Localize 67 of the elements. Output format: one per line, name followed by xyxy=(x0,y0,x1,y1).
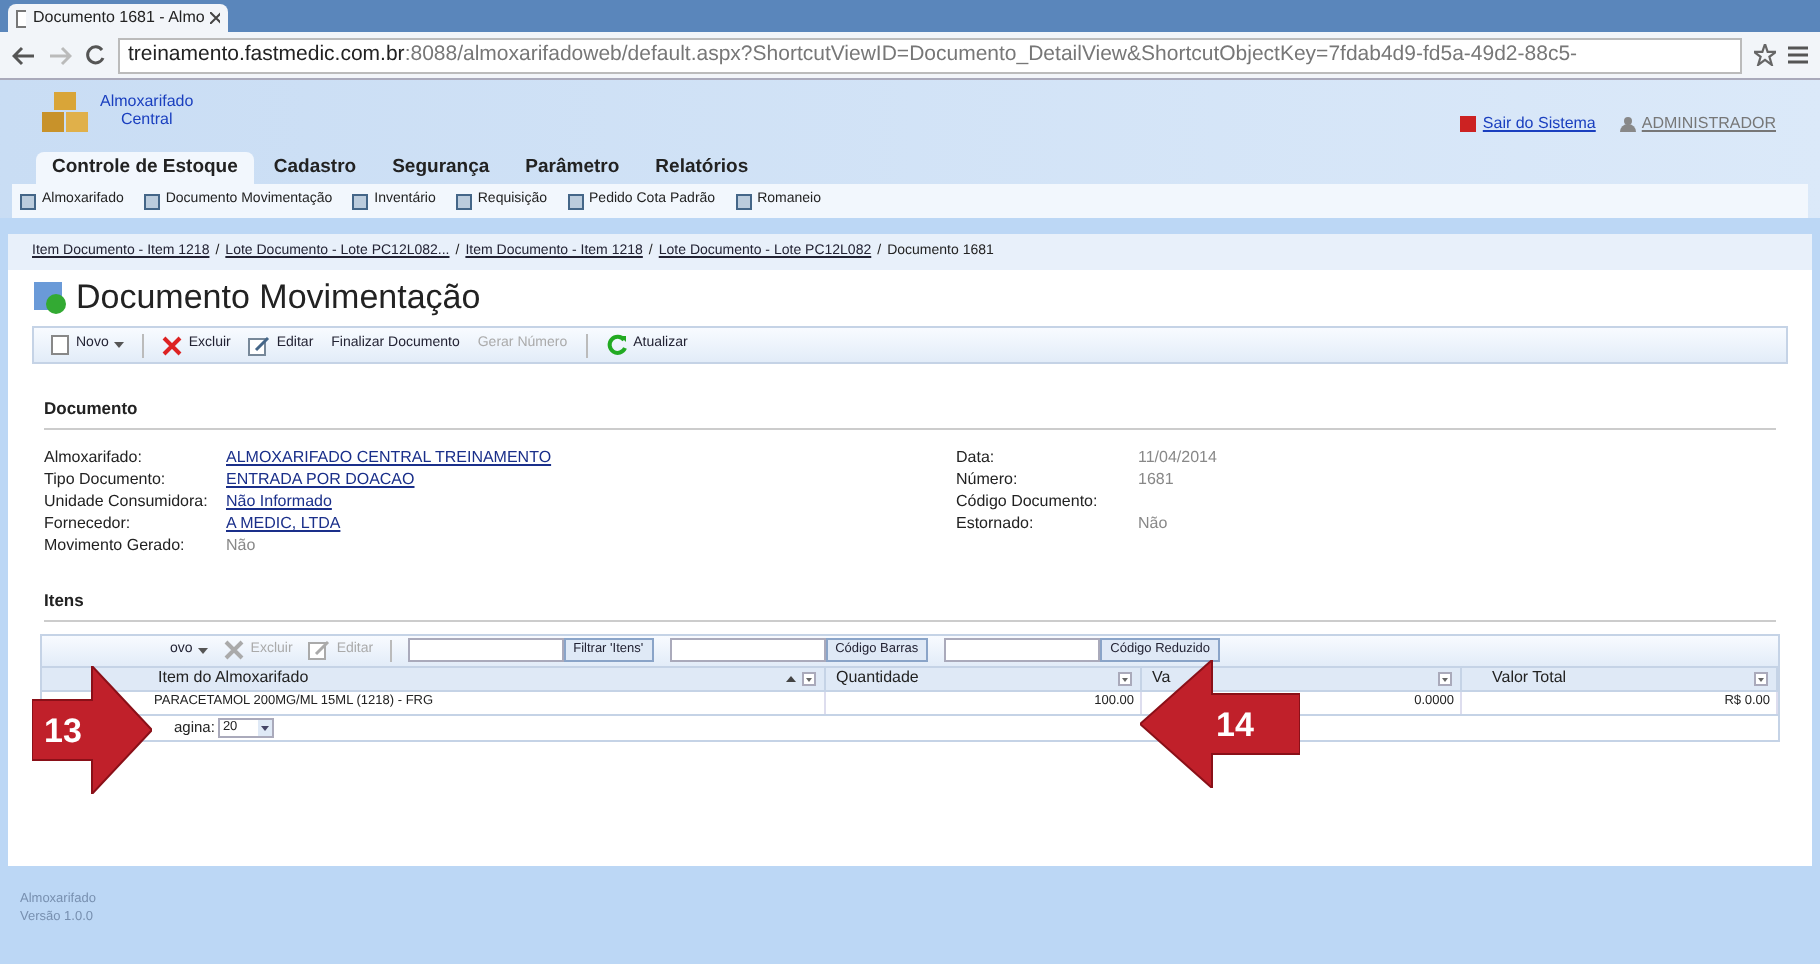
module-icon xyxy=(735,193,752,209)
app-logo-text: Almoxarifado Central xyxy=(100,92,194,128)
filter-input[interactable] xyxy=(669,638,826,662)
page-title: Documento Movimentação xyxy=(76,276,481,321)
address-bar[interactable]: treinamento.fastmedic.com.br:8088/almoxarifadoweb/default.aspx?ShortcutViewID=Documento_DetailView&ShortcutObjectKey=7fdab4d9-fd5a-49d2-88c5- xyxy=(118,37,1742,73)
field-link[interactable]: A MEDIC, LTDA xyxy=(226,511,341,534)
field-label: Tipo Documento: xyxy=(44,467,168,490)
field-value: Não xyxy=(226,533,256,556)
filter-dropdown-icon xyxy=(1118,671,1132,685)
caret-icon xyxy=(198,647,209,653)
close-icon xyxy=(210,12,220,24)
field-link[interactable]: ALMOXARIFADO CENTRAL TREINAMENTO xyxy=(226,445,552,468)
filter-input[interactable] xyxy=(407,638,564,662)
column-header[interactable]: Quantidade xyxy=(826,667,1142,689)
field-label: Código Documento: xyxy=(956,489,1100,512)
field-label: Número: xyxy=(956,467,1020,490)
page-icon xyxy=(16,9,27,27)
close-icon xyxy=(162,335,183,355)
field-value: Não xyxy=(1138,511,1168,534)
filter-dropdown-icon xyxy=(1438,671,1452,685)
url-path: :8088/almoxarifadoweb/default.aspx?ShortcutViewID=Documento_DetailView&ShortcutObjectKey=7fdab4d9-fd5a-49d2-88c5- xyxy=(404,39,1578,70)
logout-link[interactable]: Sair do Sistema xyxy=(1460,96,1596,152)
user-link[interactable]: ADMINISTRADOR xyxy=(1619,96,1776,152)
refresh-icon xyxy=(605,334,628,356)
filter-input[interactable] xyxy=(944,638,1101,662)
field-link[interactable]: Não Informado xyxy=(226,489,332,512)
module-icon xyxy=(143,193,160,209)
menu-tab[interactable]: Cadastro xyxy=(257,152,373,184)
field-label: Data: xyxy=(956,445,997,468)
field-label: Almoxarifado: xyxy=(44,445,144,468)
page-icon xyxy=(50,334,70,356)
browser-tab[interactable]: Documento 1681 - Almo xyxy=(8,4,228,32)
field-value: 11/04/2014 xyxy=(1138,445,1217,468)
close-icon xyxy=(224,640,245,660)
sort-icon xyxy=(786,675,796,681)
module-icon xyxy=(567,193,584,209)
edit-icon xyxy=(248,335,271,355)
tab-title: Documento 1681 - Almo xyxy=(32,6,205,30)
column-header[interactable]: Valor Total xyxy=(1462,667,1778,689)
caret-icon xyxy=(114,342,125,348)
module-icon xyxy=(352,193,369,209)
edit-icon xyxy=(308,640,331,660)
menu-tab[interactable]: Segurança xyxy=(376,152,506,184)
menu-tab[interactable]: Relatórios xyxy=(639,152,765,184)
field-label: Estornado: xyxy=(956,511,1036,534)
module-icon xyxy=(20,193,36,209)
filter-dropdown-icon xyxy=(1754,671,1768,685)
field-value: 1681 xyxy=(1138,467,1174,490)
back-icon[interactable] xyxy=(12,45,36,65)
module-icon xyxy=(455,193,472,209)
url-host: treinamento.fastmedic.com.br xyxy=(128,39,405,70)
field-label: Fornecedor: xyxy=(44,511,133,534)
menu-tab[interactable]: Parâmetro xyxy=(509,152,636,184)
menu-tab[interactable]: Controle de Estoque xyxy=(36,152,254,184)
star-icon[interactable] xyxy=(1754,44,1776,66)
field-link[interactable]: ENTRADA POR DOACAO xyxy=(226,467,415,490)
reload-icon[interactable] xyxy=(84,44,106,66)
field-label: Movimento Gerado: xyxy=(44,533,187,556)
callout-number: 13 xyxy=(44,710,82,754)
user-icon xyxy=(1619,116,1636,132)
section-title: Documento xyxy=(44,396,1776,430)
boxes-logo xyxy=(40,92,92,136)
field-label: Unidade Consumidora: xyxy=(44,489,210,512)
filter-dropdown-icon xyxy=(802,671,816,685)
menu-icon[interactable] xyxy=(1788,46,1808,64)
caret-icon xyxy=(258,719,273,735)
section-title: Itens xyxy=(44,587,1776,621)
